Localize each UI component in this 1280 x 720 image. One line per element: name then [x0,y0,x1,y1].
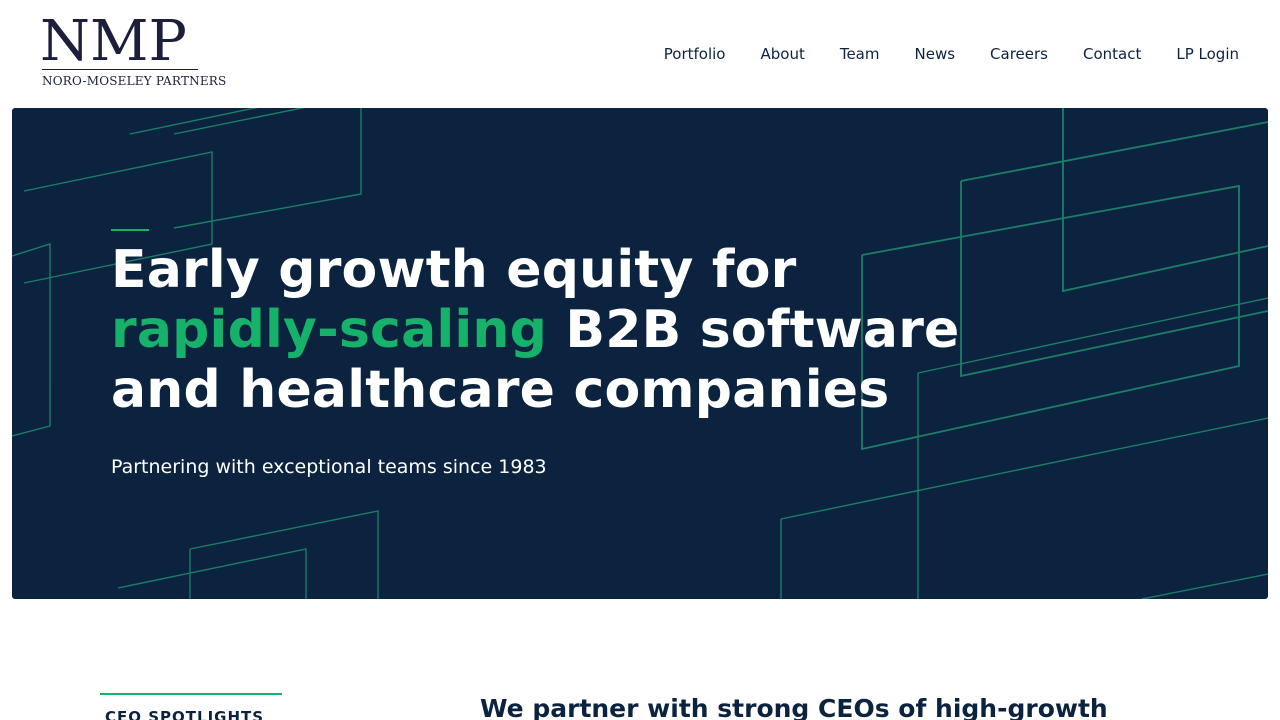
site-header: NMP NORO-MOSELEY PARTNERS Portfolio Abou… [0,0,1280,108]
intro-heading: We partner with strong CEOs of high-grow… [480,694,1108,720]
nav-item-contact[interactable]: Contact [1083,44,1141,64]
nav-item-team[interactable]: Team [840,44,880,64]
hero-title-highlight: rapidly-scaling [111,300,548,360]
ceo-spotlights-label: CEO SPOTLIGHTS [105,708,265,720]
nav-item-about[interactable]: About [760,44,804,64]
nav-item-careers[interactable]: Careers [990,44,1048,64]
hero-title-line3: and healthcare companies [111,360,890,420]
spotlight-divider [100,693,282,695]
logo[interactable]: NMP NORO-MOSELEY PARTNERS [40,9,226,92]
nav-item-portfolio[interactable]: Portfolio [664,44,726,64]
hero-title-line1: Early growth equity for [111,240,797,300]
hero-title-line2-rest: B2B software [547,300,960,360]
hero-subtitle: Partnering with exceptional teams since … [111,456,547,478]
nav-item-lp-login[interactable]: LP Login [1176,44,1239,64]
logo-company-name: NORO-MOSELEY PARTNERS [42,74,227,88]
main-nav: Portfolio About Team News Careers Contac… [664,44,1239,64]
hero-accent-rule [111,229,149,231]
logo-mark: NMP [40,9,187,74]
hero-banner: Early growth equity for rapidly-scaling … [12,108,1268,599]
nav-item-news[interactable]: News [915,44,956,64]
hero-title: Early growth equity for rapidly-scaling … [111,240,1071,420]
logo-divider [42,69,198,70]
